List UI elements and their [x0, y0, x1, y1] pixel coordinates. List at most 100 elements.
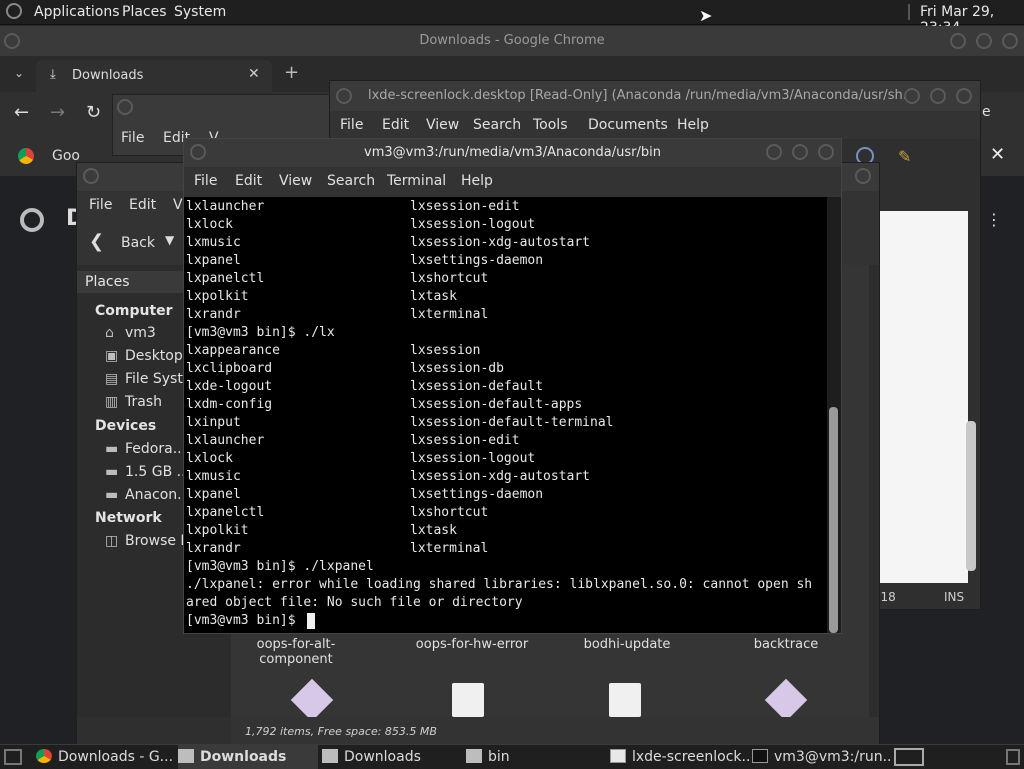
menu-help[interactable]: Help — [677, 117, 709, 133]
terminal-titlebar[interactable]: vm3@vm3:/run/media/vm3/Anaconda/usr/bin — [184, 139, 841, 167]
window-menu-icon[interactable] — [336, 88, 352, 104]
text-file-icon[interactable] — [609, 683, 641, 717]
sidebar-item-volume[interactable]: ▬ 1.5 GB ... — [105, 464, 190, 480]
back-button[interactable]: Back — [121, 235, 155, 251]
close-icon[interactable] — [818, 144, 834, 160]
window-menu-icon[interactable] — [83, 168, 99, 184]
menu-file[interactable]: File — [340, 117, 363, 133]
back-arrow-icon[interactable]: ❮ — [89, 231, 104, 252]
back-arrow-icon[interactable]: ← — [14, 102, 29, 123]
sidebar-item-desktop[interactable]: ▣ Desktop — [105, 348, 183, 364]
menu-file[interactable]: File — [194, 173, 217, 189]
sidebar-item-anaconda[interactable]: ▬ Anacon... — [105, 487, 191, 503]
show-desktop-icon[interactable] — [4, 749, 22, 765]
sidebar-item-fedora[interactable]: ▬ Fedora... — [105, 441, 186, 457]
close-icon[interactable] — [1002, 33, 1018, 49]
close-downloads-bar-icon[interactable]: ✕ — [990, 144, 1005, 165]
chrome-logo-icon — [20, 208, 44, 232]
tab-close-icon[interactable]: ✕ — [248, 66, 260, 82]
text-file-icon[interactable] — [452, 683, 484, 717]
menu-applications[interactable]: Applications — [34, 4, 120, 20]
menu-documents[interactable]: Documents — [588, 117, 668, 133]
menu-search[interactable]: Search — [327, 173, 375, 189]
distro-logo-icon[interactable] — [6, 3, 22, 19]
sidebar-item-trash[interactable]: ▥ Trash — [105, 394, 162, 410]
package-file-icon[interactable] — [290, 678, 334, 722]
maximize-icon[interactable] — [792, 144, 808, 160]
panel-separator — [908, 4, 910, 20]
menu-search[interactable]: Search — [473, 117, 521, 133]
menu-view[interactable]: V — [173, 197, 183, 213]
minimize-icon[interactable] — [950, 33, 966, 49]
menu-places[interactable]: Places — [122, 4, 167, 20]
sidebar-item-filesystem[interactable]: ▤ File Syste — [105, 371, 191, 387]
terminal-scrollbar[interactable] — [827, 197, 841, 633]
menu-edit[interactable]: Edit — [129, 197, 156, 213]
taskbar-item-terminal[interactable]: vm3@vm3:/run... — [752, 745, 892, 769]
terminal-line: lxpanelctl — [186, 505, 265, 520]
terminal-line: lxsession-db — [410, 361, 504, 376]
menu-overflow-fragment[interactable]: e — [982, 104, 991, 120]
close-icon[interactable] — [956, 88, 972, 104]
menu-tools[interactable]: Tools — [533, 117, 568, 133]
menu-help[interactable]: Help — [461, 173, 493, 189]
tab-downloads[interactable]: ⤓ Downloads ✕ — [36, 60, 272, 92]
taskbar-item-downloads[interactable]: Downloads — [322, 745, 462, 769]
sidebar-item-browse-network[interactable]: ◫ Browse N — [105, 533, 191, 549]
window-menu-icon[interactable] — [4, 33, 20, 49]
terminal-line: lxsession-xdg-autostart — [410, 469, 591, 484]
workspace-switcher[interactable] — [894, 748, 924, 766]
terminal-line: lxshortcut — [410, 271, 489, 286]
trash-applet-icon[interactable] — [1006, 749, 1020, 765]
editor-titlebar[interactable]: lxde-screenlock.desktop [Read-Only] (Ana… — [330, 81, 980, 111]
window-menu-icon[interactable] — [117, 99, 133, 115]
fm-scrollbar[interactable] — [869, 265, 879, 717]
maximize-icon[interactable] — [930, 88, 946, 104]
terminal-line: lxterminal — [410, 541, 489, 556]
tools-icon[interactable]: ✎ — [898, 147, 911, 166]
terminal-cursor — [307, 613, 315, 629]
file-label[interactable]: bodhi-update — [562, 637, 692, 652]
close-icon[interactable] — [855, 168, 871, 184]
back-dropdown-icon[interactable]: ▼ — [165, 233, 174, 247]
new-tab-icon[interactable]: + — [284, 62, 299, 83]
taskbar-item-editor[interactable]: lxde-screenlock... — [610, 745, 750, 769]
chrome-titlebar[interactable]: Downloads - Google Chrome — [0, 26, 1024, 56]
menu-view[interactable]: View — [279, 173, 312, 189]
sidebar-item-home[interactable]: ⌂ vm3 — [105, 325, 156, 341]
editor-scrollbar[interactable] — [966, 421, 976, 571]
editor-text-area[interactable] — [878, 211, 968, 583]
menu-system[interactable]: System — [174, 4, 226, 20]
menu-view[interactable]: View — [426, 117, 459, 133]
menu-file[interactable]: File — [89, 197, 112, 213]
terminal-output[interactable]: lxlauncher lxsession-edit lxlock lxsession… — [184, 197, 827, 633]
terminal-line: lxsettings-daemon — [410, 253, 544, 268]
terminal-line: lxtask — [410, 289, 457, 304]
menu-edit[interactable]: Edit — [382, 117, 409, 133]
taskbar-item-bin[interactable]: bin — [466, 745, 606, 769]
terminal-line: lxrandr — [186, 307, 241, 322]
minimize-icon[interactable] — [766, 144, 782, 160]
taskbar-item-chrome[interactable]: Downloads - G... — [36, 745, 176, 769]
terminal-line: lxpanelctl — [186, 271, 265, 286]
menu-file[interactable]: File — [121, 130, 144, 146]
file-label[interactable]: oops-for-alt-component — [231, 637, 361, 667]
reload-icon[interactable]: ↻ — [86, 102, 101, 123]
file-label[interactable]: oops-for-hw-error — [407, 637, 537, 652]
terminal-scroll-thumb[interactable] — [829, 407, 838, 633]
forward-arrow-icon[interactable]: → — [50, 102, 65, 123]
maximize-icon[interactable] — [976, 33, 992, 49]
kebab-menu-icon[interactable]: ⋮ — [986, 210, 1002, 229]
package-file-icon[interactable] — [764, 678, 808, 722]
menu-terminal[interactable]: Terminal — [387, 173, 446, 189]
tab-list-chevron-icon[interactable]: ⌄ — [14, 66, 24, 80]
minimize-icon[interactable] — [904, 88, 920, 104]
terminal-line: ared object file: No such file or direct… — [186, 595, 523, 610]
menu-edit[interactable]: Edit — [235, 173, 262, 189]
taskbar-item-downloads-active[interactable]: Downloads — [178, 745, 318, 769]
status-text: 1,792 items, Free space: 853.5 MB — [245, 725, 437, 738]
window-menu-icon[interactable] — [190, 144, 206, 160]
terminal-line: lxsession-logout — [410, 451, 536, 466]
file-label[interactable]: backtrace — [721, 637, 851, 652]
terminal-line: lxlauncher — [186, 433, 265, 448]
